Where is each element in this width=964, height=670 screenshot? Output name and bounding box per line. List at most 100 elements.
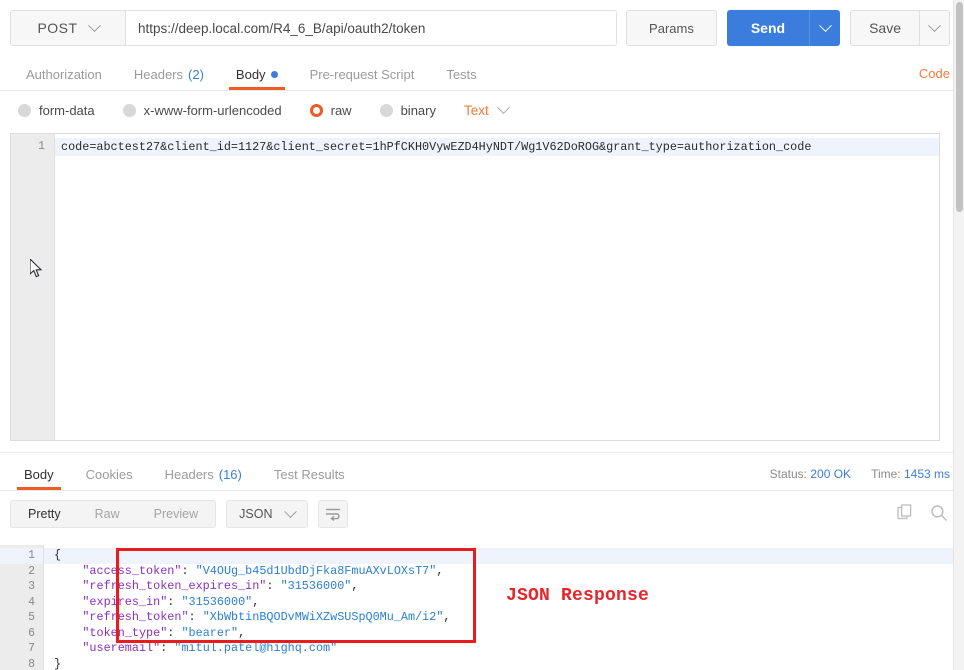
line-number: 6	[0, 626, 43, 642]
radio-raw[interactable]: raw	[310, 103, 352, 118]
tab-label: Body	[236, 68, 266, 81]
view-mode-pretty[interactable]: Pretty	[11, 501, 78, 527]
save-button[interactable]: Save	[851, 11, 919, 45]
json-line: }	[44, 657, 956, 670]
line-number: 5	[0, 610, 43, 626]
response-tab-cookies[interactable]: Cookies	[70, 468, 149, 490]
response-json-code[interactable]: { "access_token": "V4OUg_b45d1UbdDjFka8F…	[44, 545, 956, 670]
view-mode-label: Pretty	[28, 507, 61, 521]
response-tool-icons	[897, 504, 948, 525]
tab-label: Headers	[165, 468, 214, 481]
radio-x-www-form-urlencoded[interactable]: x-www-form-urlencoded	[123, 103, 282, 118]
mouse-cursor-icon	[30, 259, 44, 279]
http-method-select[interactable]: POST	[11, 11, 126, 45]
response-meta: Status: 200 OK Time: 1453 ms	[770, 467, 950, 490]
send-options-button[interactable]	[809, 10, 840, 46]
json-key: "access_token"	[82, 564, 181, 578]
send-button-group: Send	[727, 10, 840, 46]
json-brace: }	[54, 657, 61, 670]
save-options-button[interactable]	[919, 11, 949, 45]
params-button[interactable]: Params	[626, 10, 717, 46]
json-line: "token_type": "bearer",	[44, 626, 956, 642]
status-value: 200 OK	[810, 467, 851, 481]
tab-label: Body	[24, 468, 54, 481]
radio-label: form-data	[39, 103, 95, 118]
json-value: "V4OUg_b45d1UbdDjFka8FmuAXvLOXsT7"	[196, 564, 437, 578]
editor-code-area[interactable]: code=abctest27&client_id=1127&client_sec…	[55, 134, 939, 440]
send-button[interactable]: Send	[727, 10, 809, 46]
status-badge: Status: 200 OK	[770, 467, 851, 481]
json-line: "refresh_token_expires_in": "31536000",	[44, 579, 956, 595]
vertical-scrollbar[interactable]	[953, 0, 964, 670]
code-link[interactable]: Code	[919, 66, 950, 90]
radio-label: raw	[331, 103, 352, 118]
response-format-select[interactable]: JSON	[226, 500, 308, 528]
tab-label: Authorization	[26, 68, 102, 81]
json-value: "bearer"	[181, 626, 238, 640]
tab-label: Test Results	[274, 468, 345, 481]
tab-authorization[interactable]: Authorization	[10, 68, 118, 90]
chevron-down-icon	[819, 19, 832, 32]
time-label: Time:	[871, 467, 901, 481]
url-input[interactable]: https://deep.local.com/R4_6_B/api/oauth2…	[126, 11, 616, 45]
tab-body[interactable]: Body	[220, 68, 294, 90]
line-number: 4	[0, 595, 43, 611]
line-number: 1	[0, 548, 43, 564]
tab-pre-request-script[interactable]: Pre-request Script	[294, 68, 431, 90]
copy-icon	[897, 504, 914, 521]
annotation-label: JSON Response	[506, 586, 649, 606]
json-value: "31536000"	[181, 595, 252, 609]
json-brace: {	[54, 548, 61, 562]
chevron-down-icon	[497, 101, 510, 114]
json-line: "refresh_token": "XbWbtinBQODvMWiXZwSUSp…	[44, 610, 956, 626]
line-number: 1	[11, 138, 54, 156]
radio-form-data[interactable]: form-data	[18, 103, 95, 118]
json-line: "useremail": "mitul.patel@highq.com"	[44, 641, 956, 657]
time-value: 1453 ms	[904, 467, 950, 481]
json-key: "expires_in"	[82, 595, 167, 609]
response-tab-test-results[interactable]: Test Results	[258, 468, 361, 490]
view-mode-preview[interactable]: Preview	[137, 501, 215, 527]
radio-label: x-www-form-urlencoded	[144, 103, 282, 118]
send-label: Send	[751, 20, 785, 36]
radio-icon	[380, 104, 393, 117]
tab-count: (16)	[219, 468, 242, 481]
line-number: 3	[0, 579, 43, 595]
radio-selected-icon	[310, 104, 323, 117]
word-wrap-button[interactable]	[318, 500, 348, 528]
copy-button[interactable]	[897, 504, 914, 524]
response-tab-headers[interactable]: Headers (16)	[149, 468, 258, 490]
view-mode-label: Preview	[154, 507, 198, 521]
tab-headers[interactable]: Headers (2)	[118, 68, 220, 90]
editor-gutter: 1	[11, 134, 55, 440]
response-body-viewer[interactable]: 1 2 3 4 5 6 7 8 { "access_token": "V4OUg…	[0, 545, 956, 670]
tab-label: Headers	[134, 68, 183, 81]
save-label: Save	[869, 20, 901, 36]
line-number: 7	[0, 641, 43, 657]
raw-format-label: Text	[464, 103, 489, 118]
search-button[interactable]	[930, 504, 948, 525]
request-body-text: code=abctest27&client_id=1127&client_sec…	[55, 138, 939, 156]
body-type-radio-group: form-data x-www-form-urlencoded raw bina…	[0, 91, 964, 128]
radio-icon	[18, 104, 31, 117]
json-value: "XbWbtinBQODvMWiXZwSUSpQ0Mu_Am/i2"	[203, 610, 444, 624]
request-body-editor[interactable]: 1 code=abctest27&client_id=1127&client_s…	[10, 133, 940, 441]
response-tab-body[interactable]: Body	[8, 468, 70, 490]
response-tabs: Body Cookies Headers (16) Test Results S…	[0, 453, 964, 491]
radio-binary[interactable]: binary	[380, 103, 436, 118]
time-badge: Time: 1453 ms	[871, 467, 950, 481]
response-format-label: JSON	[239, 507, 272, 521]
view-mode-label: Raw	[95, 507, 120, 521]
url-text: https://deep.local.com/R4_6_B/api/oauth2…	[138, 21, 425, 36]
scrollbar-thumb[interactable]	[956, 2, 963, 212]
method-url-group: POST https://deep.local.com/R4_6_B/api/o…	[10, 10, 617, 46]
json-value: "mitul.patel@highq.com"	[174, 641, 337, 655]
chevron-down-icon	[285, 505, 298, 518]
search-icon	[930, 504, 948, 522]
view-mode-raw[interactable]: Raw	[78, 501, 137, 527]
url-bar: POST https://deep.local.com/R4_6_B/api/o…	[0, 0, 964, 55]
tab-tests[interactable]: Tests	[430, 68, 492, 90]
chevron-down-icon	[88, 19, 101, 32]
http-method-label: POST	[37, 20, 77, 36]
raw-format-select[interactable]: Text	[464, 103, 508, 118]
